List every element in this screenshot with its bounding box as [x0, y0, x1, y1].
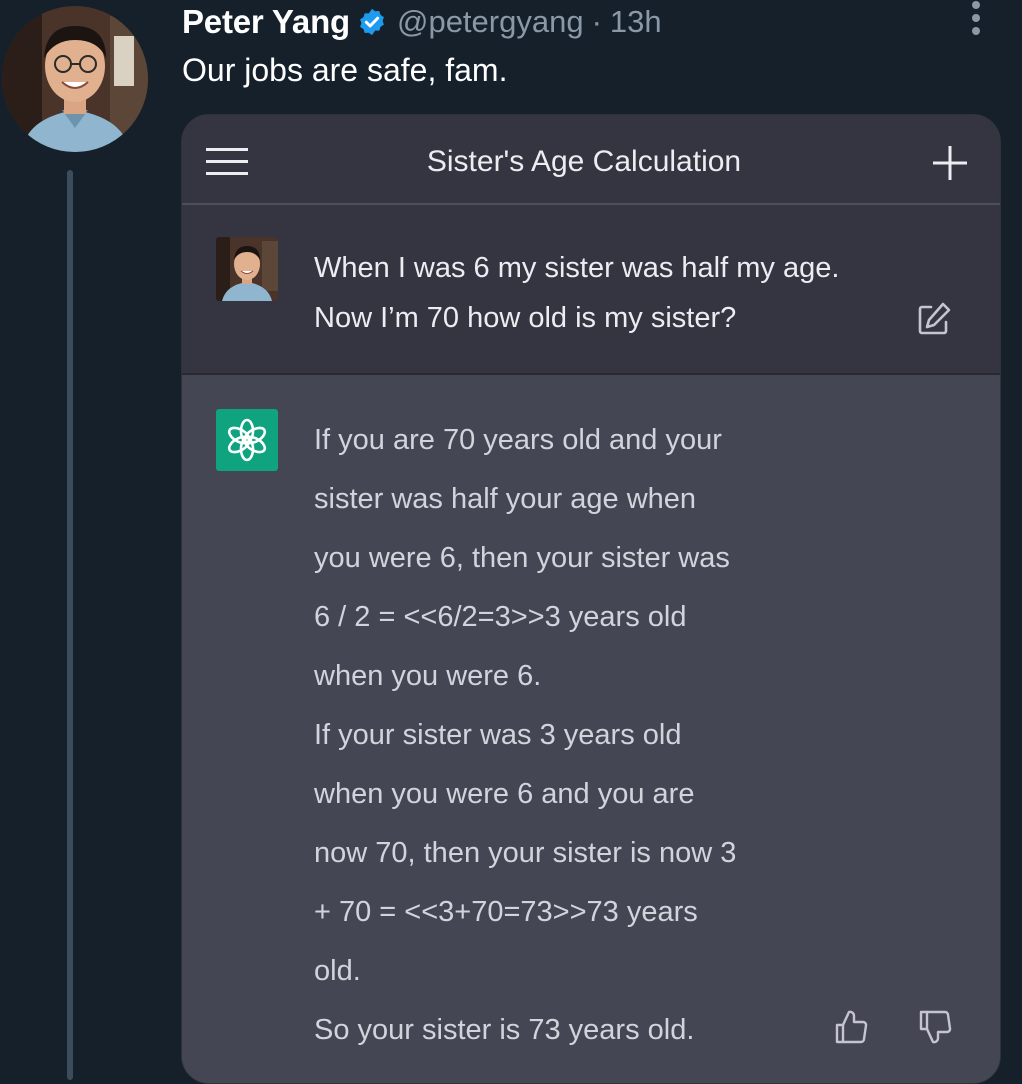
- chat-header: Sister's Age Calculation: [182, 115, 1000, 205]
- thumbs-down-icon[interactable]: [918, 1009, 952, 1045]
- author-display-name[interactable]: Peter Yang: [182, 3, 350, 41]
- assistant-line: now 70, then your sister is now 3: [314, 837, 737, 869]
- assistant-message-text: If you are 70 years old and your sister …: [314, 411, 834, 1060]
- assistant-line: sister was half your age when: [314, 483, 697, 515]
- tweet-text: Our jobs are safe, fam.: [182, 52, 508, 88]
- edit-icon[interactable]: [916, 301, 952, 337]
- chat-title: Sister's Age Calculation: [426, 145, 742, 178]
- assistant-line: If you are 70 years old and your: [314, 424, 722, 456]
- tweet-timestamp[interactable]: 13h: [610, 4, 662, 40]
- author-avatar[interactable]: [2, 6, 148, 152]
- assistant-line: when you were 6 and you are: [314, 778, 695, 810]
- user-message-text: When I was 6 my sister was half my age. …: [314, 252, 840, 334]
- assistant-line: 6 / 2 = <<6/2=3>>3 years old: [314, 601, 687, 633]
- user-message-row: When I was 6 my sister was half my age. …: [182, 205, 1000, 375]
- plus-icon[interactable]: [932, 145, 968, 181]
- verified-badge-icon: [360, 8, 384, 36]
- assistant-line: + 70 = <<3+70=73>>73 years: [314, 896, 698, 928]
- assistant-line: So your sister is 73 years old.: [314, 1014, 695, 1046]
- assistant-line: If your sister was 3 years old: [314, 719, 682, 751]
- openai-logo-icon: [216, 409, 278, 471]
- thread-line: [67, 170, 73, 1080]
- tweet-media-card[interactable]: Sister's Age Calculation When I was 6 my…: [181, 114, 1001, 1084]
- assistant-line: you were 6, then your sister was: [314, 542, 730, 574]
- author-handle[interactable]: @petergyang: [397, 4, 584, 40]
- assistant-message-row: If you are 70 years old and your sister …: [182, 375, 1000, 1083]
- assistant-line: when you were 6.: [314, 660, 542, 692]
- user-avatar: [216, 237, 278, 301]
- more-vertical-icon[interactable]: [966, 0, 986, 40]
- separator-dot: ·: [591, 4, 602, 39]
- assistant-line: old.: [314, 955, 361, 987]
- thumbs-up-icon[interactable]: [834, 1009, 868, 1045]
- tweet-header: Peter Yang @petergyang · 13h: [182, 0, 662, 44]
